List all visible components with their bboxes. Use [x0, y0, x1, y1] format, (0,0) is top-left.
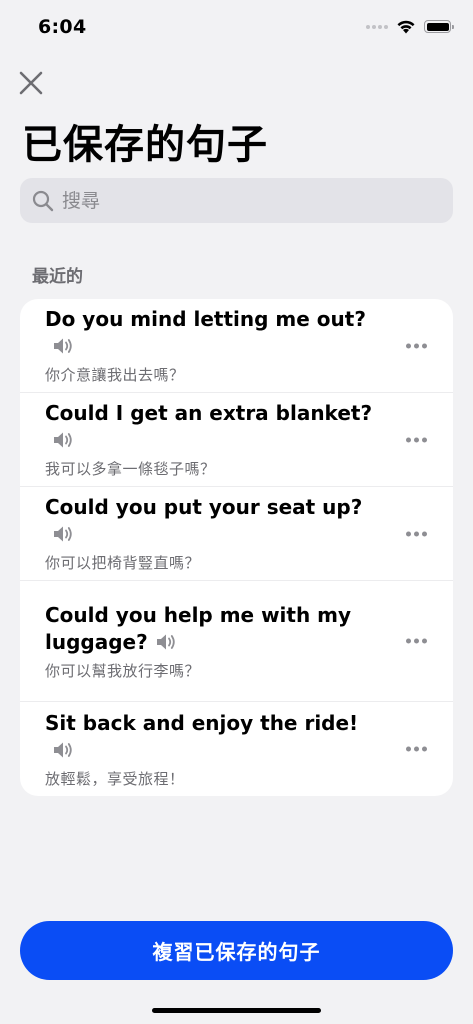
- sentence-translation: 我可以多拿一條毯子嗎？: [45, 460, 216, 478]
- search-icon: [32, 190, 54, 211]
- speaker-icon[interactable]: [156, 633, 177, 651]
- sentence-translation: 放輕鬆，享受旅程！: [45, 769, 185, 788]
- speaker-icon[interactable]: [53, 431, 74, 449]
- sentence-translation: 你介意讓我出去嗎？: [45, 366, 185, 384]
- battery-icon: [424, 20, 454, 33]
- list-item[interactable]: Could you help me with my luggage? 你可以幫我…: [20, 581, 453, 702]
- close-icon: [19, 71, 43, 95]
- page-title: 已保存的句子: [22, 122, 268, 168]
- screen: 6:04 已保存的句子 搜尋 最近的 Do you mind letting m…: [0, 0, 473, 1024]
- wifi-icon: [396, 19, 416, 34]
- saved-sentences-list: Do you mind letting me out? 你介意讓我出去嗎？ Co…: [20, 299, 453, 796]
- status-icons: [366, 19, 454, 34]
- more-icon: [406, 746, 411, 752]
- sentence-text: Could you put your seat up?: [45, 494, 383, 548]
- search-bar[interactable]: [20, 178, 453, 223]
- search-input[interactable]: [62, 189, 422, 212]
- more-icon: [406, 531, 411, 536]
- close-button[interactable]: [18, 70, 44, 96]
- speaker-icon[interactable]: [53, 337, 74, 355]
- more-button[interactable]: [406, 431, 427, 448]
- sentence-translation: 你可以把椅背豎直嗎？: [45, 554, 201, 572]
- status-bar: 6:04: [0, 0, 473, 56]
- speaker-icon[interactable]: [53, 741, 74, 759]
- sentence-text: Could I get an extra blanket?: [45, 400, 383, 454]
- signal-icon: [366, 24, 388, 29]
- more-icon: [406, 343, 411, 348]
- list-item[interactable]: Do you mind letting me out? 你介意讓我出去嗎？: [20, 299, 453, 393]
- speaker-icon[interactable]: [53, 525, 74, 543]
- home-indicator: [152, 1008, 321, 1013]
- list-item[interactable]: Sit back and enjoy the ride! 放輕鬆，享受旅程！: [20, 702, 453, 796]
- status-time: 6:04: [38, 16, 87, 38]
- sentence-text: Could you help me with my luggage?: [45, 602, 352, 654]
- more-button[interactable]: [406, 633, 427, 650]
- review-saved-sentences-button[interactable]: 複習已保存的句子: [20, 921, 453, 980]
- sentence-translation: 你可以幫我放行李嗎？: [45, 661, 201, 680]
- sentence-text: Do you mind letting me out?: [45, 306, 383, 360]
- more-button[interactable]: [406, 525, 427, 542]
- more-button[interactable]: [406, 741, 427, 758]
- more-icon: [406, 638, 411, 644]
- section-header: 最近的: [32, 267, 83, 287]
- list-item[interactable]: Could you put your seat up? 你可以把椅背豎直嗎？: [20, 487, 453, 581]
- more-icon: [406, 437, 411, 442]
- more-button[interactable]: [406, 337, 427, 354]
- list-item[interactable]: Could I get an extra blanket? 我可以多拿一條毯子嗎…: [20, 393, 453, 487]
- sentence-text: Sit back and enjoy the ride!: [45, 710, 383, 764]
